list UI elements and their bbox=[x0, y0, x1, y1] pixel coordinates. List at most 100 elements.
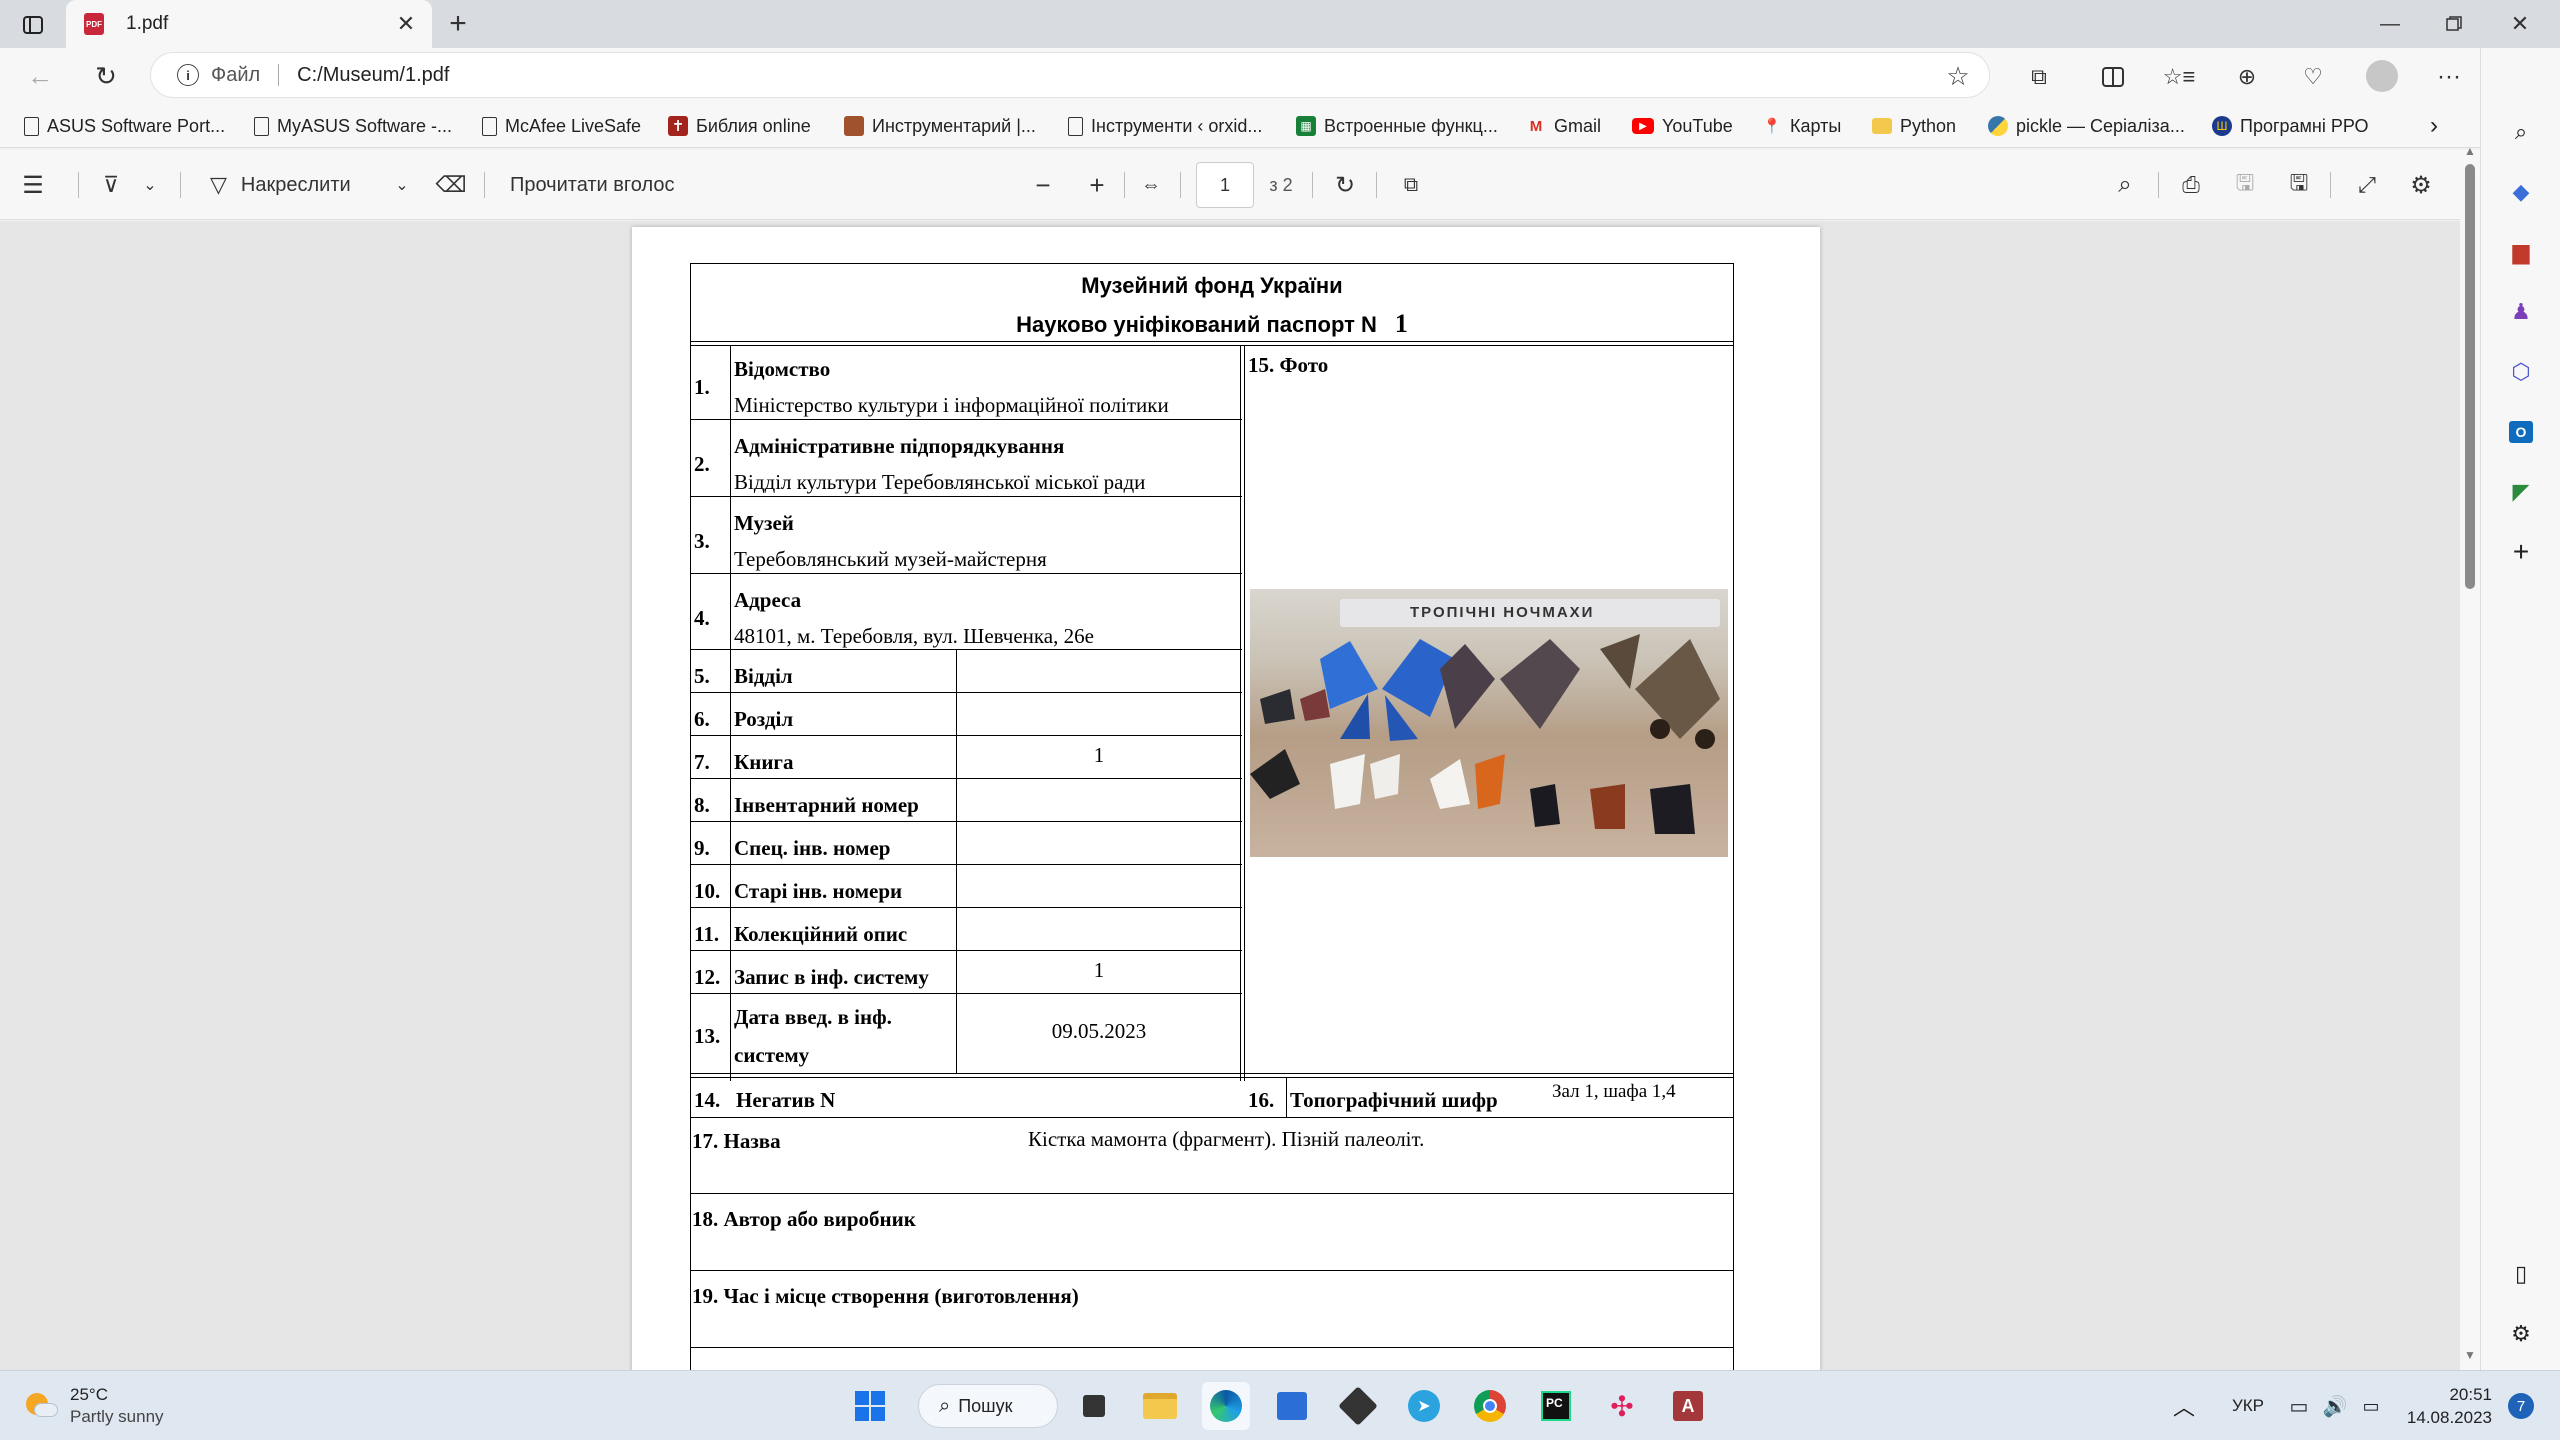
field-label: 18. Автор або виробник bbox=[692, 1207, 916, 1231]
eraser-icon[interactable]: ⌫ bbox=[435, 150, 466, 220]
network-icon[interactable]: ▭ bbox=[2282, 1382, 2316, 1430]
rotate-icon[interactable]: ↻ bbox=[1330, 150, 1360, 220]
python-icon bbox=[1988, 116, 2008, 136]
field-label: Книга bbox=[734, 750, 794, 774]
favorite-item[interactable]: ASUS Software Port... bbox=[24, 104, 225, 148]
scrollbar-thumb[interactable] bbox=[2465, 164, 2475, 589]
favorite-item[interactable]: pickle — Серіаліза... bbox=[1988, 104, 2185, 148]
pycharm-icon[interactable]: PC bbox=[1532, 1382, 1580, 1430]
office-icon[interactable]: ⬡ bbox=[2501, 352, 2541, 392]
favorites-icon[interactable]: ☆≡ bbox=[2163, 62, 2196, 92]
page-number-input[interactable]: 1 bbox=[1196, 162, 1254, 208]
grid-line bbox=[730, 345, 731, 1081]
games-icon[interactable]: ♟ bbox=[2501, 292, 2541, 332]
favorite-item[interactable]: ▦ Встроенные функц... bbox=[1296, 104, 1498, 148]
notification-badge[interactable]: 7 bbox=[2508, 1393, 2534, 1419]
favorite-item[interactable]: ✝ Библия online bbox=[668, 104, 811, 148]
field-label: Дата введ. в інф. bbox=[734, 1005, 892, 1029]
refresh-icon[interactable]: ↻ bbox=[92, 61, 120, 91]
chrome-icon[interactable] bbox=[1466, 1382, 1514, 1430]
maximize-icon[interactable] bbox=[2440, 10, 2468, 38]
tools-briefcase-icon[interactable]: ▆ bbox=[2501, 232, 2541, 272]
zoom-in-icon[interactable]: + bbox=[1082, 150, 1112, 220]
microsoft-store-icon[interactable] bbox=[1268, 1382, 1316, 1430]
field-label: Запис в інф. систему bbox=[734, 965, 929, 989]
address-bar[interactable]: i Файл C:/Museum/1.pdf ☆ bbox=[150, 52, 1990, 98]
show-hidden-icons-chevron-icon[interactable]: ︿ bbox=[2160, 1382, 2208, 1430]
minimize-icon[interactable]: — bbox=[2376, 10, 2404, 38]
slack-icon[interactable]: ✣ bbox=[1598, 1382, 1646, 1430]
grid-line bbox=[690, 993, 1242, 994]
favorite-item[interactable]: Python bbox=[1872, 104, 1956, 148]
pdf-toolbar: ☰ ⊽ ⌄ ▽ Накреслити ⌄ ⌫ Прочитати вголос … bbox=[0, 150, 2460, 220]
more-menu-icon[interactable]: ··· bbox=[2434, 62, 2464, 92]
favorite-item[interactable]: 📍 Карты bbox=[1762, 104, 1842, 148]
save-icon[interactable]: 🖫 bbox=[2230, 150, 2260, 220]
tab-strip: PDF 1.pdf ✕ + — ✕ bbox=[0, 0, 2560, 48]
extensions-icon[interactable]: ⧉ bbox=[2024, 62, 2054, 92]
split-screen-icon[interactable] bbox=[2098, 62, 2128, 92]
tab-pdf[interactable]: PDF 1.pdf ✕ bbox=[66, 0, 432, 48]
keyboard-language[interactable]: УКР bbox=[2220, 1382, 2276, 1430]
draw-dropdown-chevron-icon[interactable]: ⌄ bbox=[392, 150, 412, 220]
volume-icon[interactable]: 🔊 bbox=[2318, 1382, 2352, 1430]
favorite-item[interactable]: McAfee LiveSafe bbox=[482, 104, 641, 148]
contents-list-icon[interactable]: ☰ bbox=[18, 150, 48, 220]
battery-icon[interactable]: ▭ bbox=[2354, 1382, 2388, 1430]
more-favorites-chevron-icon[interactable]: › bbox=[2430, 104, 2438, 148]
unity-icon[interactable] bbox=[1334, 1382, 1382, 1430]
edge-browser-icon[interactable] bbox=[1202, 1382, 1250, 1430]
row-number: 1. bbox=[694, 375, 710, 399]
draw-button[interactable]: ▽ Накреслити bbox=[210, 150, 351, 220]
health-icon[interactable]: ♡ bbox=[2298, 62, 2328, 92]
favorite-star-icon[interactable]: ☆ bbox=[1945, 61, 1971, 91]
tab-actions-icon[interactable] bbox=[20, 12, 46, 38]
clock[interactable]: 20:51 14.08.2023 bbox=[2396, 1383, 2492, 1429]
field-number: 16. bbox=[1248, 1088, 1275, 1112]
access-icon[interactable]: A bbox=[1664, 1382, 1712, 1430]
read-aloud-label: Прочитати вголос bbox=[510, 173, 675, 196]
search-icon[interactable]: ⌕ bbox=[2501, 112, 2541, 152]
sidebar-layout-icon[interactable]: ▯ bbox=[2501, 1254, 2541, 1294]
favorite-item[interactable]: MyASUS Software -... bbox=[254, 104, 452, 148]
close-window-icon[interactable]: ✕ bbox=[2506, 10, 2534, 38]
highlight-icon[interactable]: ⊽ bbox=[96, 150, 126, 220]
profile-avatar-icon[interactable] bbox=[2366, 60, 2398, 92]
favorite-item[interactable]: Інструменти ‹ orxid... bbox=[1068, 104, 1262, 148]
outlook-icon[interactable]: O bbox=[2501, 412, 2541, 452]
fullscreen-icon[interactable]: ⤢ bbox=[2352, 150, 2382, 220]
info-icon[interactable]: i bbox=[177, 64, 199, 86]
print-icon[interactable]: ⎙ bbox=[2176, 150, 2206, 220]
favorite-item[interactable]: Ш Програмні РРО bbox=[2212, 104, 2368, 148]
scroll-down-arrow-icon[interactable]: ▼ bbox=[2464, 1348, 2476, 1362]
page-view-icon[interactable]: ⧉ bbox=[1396, 150, 1426, 220]
add-sidebar-app-icon[interactable]: + bbox=[2501, 532, 2541, 572]
shopping-tag-icon[interactable]: ◆ bbox=[2501, 172, 2541, 212]
new-tab-icon[interactable]: + bbox=[444, 7, 472, 40]
scroll-up-arrow-icon[interactable]: ▲ bbox=[2464, 144, 2476, 158]
brown-moth bbox=[1440, 639, 1580, 729]
vertical-scrollbar[interactable]: ▲ ▼ bbox=[2460, 144, 2480, 1370]
sidebar-settings-gear-icon[interactable]: ⚙ bbox=[2501, 1314, 2541, 1354]
tab-title: 1.pdf bbox=[126, 13, 169, 34]
back-icon[interactable]: ← bbox=[26, 61, 54, 91]
save-as-icon[interactable]: 🖫 bbox=[2284, 150, 2314, 220]
drop-icon[interactable]: ◤ bbox=[2501, 472, 2541, 512]
weather-widget[interactable]: 25°C Partly sunny bbox=[24, 1383, 164, 1429]
favorite-item[interactable]: M Gmail bbox=[1526, 104, 1601, 148]
highlight-dropdown-chevron-icon[interactable]: ⌄ bbox=[140, 150, 160, 220]
close-tab-icon[interactable]: ✕ bbox=[394, 11, 418, 36]
pdf-settings-gear-icon[interactable]: ⚙ bbox=[2406, 150, 2436, 220]
search-icon[interactable]: ⌕ bbox=[2110, 150, 2140, 220]
zoom-out-icon[interactable]: − bbox=[1028, 150, 1058, 220]
favorite-item[interactable]: ▶ YouTube bbox=[1632, 104, 1733, 148]
collections-icon[interactable]: ⊕ bbox=[2232, 62, 2262, 92]
task-view-icon[interactable] bbox=[1070, 1382, 1118, 1430]
fit-width-icon[interactable]: ⇔ bbox=[1136, 150, 1166, 220]
taskbar-search[interactable]: ⌕ Пошук bbox=[918, 1384, 1058, 1428]
telegram-icon[interactable]: ➤ bbox=[1400, 1382, 1448, 1430]
start-button[interactable] bbox=[846, 1382, 894, 1430]
file-explorer-icon[interactable] bbox=[1136, 1382, 1184, 1430]
favorite-item[interactable]: Инструментарий |... bbox=[844, 104, 1036, 148]
read-aloud-button[interactable]: Прочитати вголос bbox=[510, 150, 674, 220]
